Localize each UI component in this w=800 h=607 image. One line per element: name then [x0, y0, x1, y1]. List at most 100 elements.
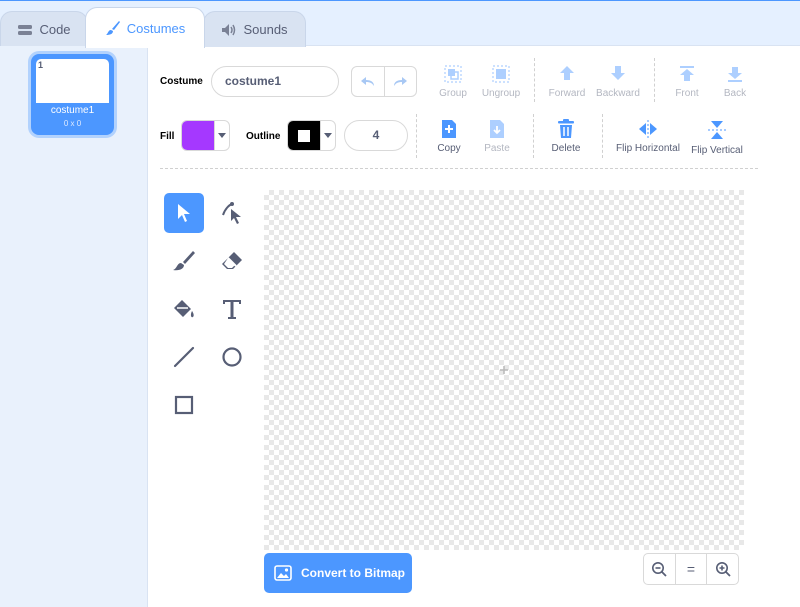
brush-icon	[105, 21, 120, 35]
reshape-tool[interactable]	[212, 193, 252, 233]
copy-button[interactable]: Copy	[434, 119, 464, 154]
outline-color-picker[interactable]	[287, 120, 336, 151]
flip-vertical-label: Flip Vertical	[691, 145, 743, 156]
paste-label: Paste	[484, 143, 510, 154]
backward-icon	[611, 66, 625, 80]
zoom-reset-label: =	[686, 561, 696, 577]
toolbar-separator	[416, 114, 417, 158]
fill-tool[interactable]	[164, 289, 204, 329]
costume-name-input[interactable]: costume1	[211, 66, 339, 97]
flip-horizontal-icon	[639, 120, 657, 138]
brush-tool[interactable]	[164, 241, 204, 281]
tab-costumes[interactable]: Costumes	[85, 7, 205, 48]
reshape-icon	[222, 202, 241, 224]
crosshair-icon	[500, 366, 508, 374]
paint-bucket-icon	[174, 300, 194, 318]
costume-tile-name: costume1	[50, 105, 95, 116]
eraser-tool[interactable]	[212, 241, 252, 281]
tab-sounds-label: Sounds	[243, 22, 288, 37]
group-label: Group	[439, 88, 467, 99]
tab-code[interactable]: Code	[0, 11, 88, 47]
ungroup-button[interactable]: Ungroup	[480, 64, 522, 99]
forward-button[interactable]: Forward	[546, 64, 588, 99]
fill-color-picker[interactable]	[181, 120, 230, 151]
flip-vertical-icon	[708, 121, 726, 139]
redo-button[interactable]	[385, 67, 417, 96]
flip-vertical-button[interactable]: Flip Vertical	[689, 119, 745, 156]
fill-swatch	[182, 121, 214, 150]
forward-icon	[560, 66, 574, 80]
back-button[interactable]: Back	[721, 64, 749, 99]
group-button[interactable]: Group	[437, 64, 469, 99]
copy-icon	[442, 120, 456, 138]
zoom-in-icon	[715, 562, 731, 577]
circle-icon	[222, 347, 242, 367]
rectangle-icon	[174, 395, 194, 415]
zoom-in-button[interactable]	[706, 554, 738, 584]
ungroup-label: Ungroup	[481, 88, 521, 99]
convert-to-bitmap-label: Convert to Bitmap	[301, 566, 406, 580]
paint-canvas[interactable]	[264, 190, 744, 550]
toolbar-separator	[533, 114, 534, 158]
costume-number: 1	[38, 60, 44, 70]
rectangle-tool[interactable]	[164, 385, 204, 425]
backward-button[interactable]: Backward	[596, 64, 640, 99]
undo-button[interactable]	[352, 67, 385, 96]
back-label: Back	[723, 88, 747, 99]
forward-label: Forward	[548, 88, 586, 99]
costume-thumbnail	[36, 59, 109, 103]
front-label: Front	[675, 88, 699, 99]
tab-costumes-label: Costumes	[126, 20, 186, 36]
trash-icon	[558, 119, 574, 138]
select-tool[interactable]	[164, 193, 204, 233]
delete-label: Delete	[551, 143, 581, 154]
chevron-down-icon	[323, 133, 332, 138]
eraser-icon	[222, 252, 242, 269]
zoom-controls: =	[643, 553, 739, 585]
fill-label: Fill	[160, 131, 175, 142]
costume-list: 1 costume1 0 x 0	[0, 46, 148, 607]
outline-label: Outline	[246, 131, 281, 142]
outline-swatch	[288, 121, 320, 150]
fill-dropdown[interactable]	[214, 121, 228, 150]
arrow-select-icon	[178, 204, 190, 222]
tab-sounds[interactable]: Sounds	[203, 11, 306, 47]
undo-icon	[360, 76, 374, 86]
zoom-out-button[interactable]	[644, 554, 675, 584]
redo-icon	[394, 76, 408, 86]
delete-button[interactable]: Delete	[548, 119, 584, 154]
chevron-down-icon	[217, 133, 226, 138]
toolbar-separator	[534, 58, 535, 102]
flip-horizontal-label: Flip Horizontal	[616, 143, 680, 154]
line-icon	[173, 346, 195, 368]
circle-tool[interactable]	[212, 337, 252, 377]
editor-tabs: Code Costumes Sounds	[0, 0, 800, 48]
undo-redo-group	[351, 66, 417, 97]
code-icon	[18, 24, 33, 35]
group-icon	[444, 65, 462, 83]
toolbar-separator	[654, 58, 655, 102]
costume-name-value: costume1	[225, 74, 282, 88]
zoom-reset-button[interactable]: =	[674, 554, 707, 584]
costume-tile-size: 0 x 0	[63, 119, 82, 128]
toolbar-divider	[160, 168, 758, 169]
front-icon	[680, 66, 694, 81]
toolbar-separator	[602, 114, 603, 158]
costume-tile[interactable]: 1 costume1 0 x 0	[31, 54, 114, 135]
ungroup-icon	[492, 65, 510, 83]
brush-icon	[173, 251, 195, 271]
outline-dropdown[interactable]	[320, 121, 334, 150]
convert-to-bitmap-button[interactable]: Convert to Bitmap	[264, 553, 412, 593]
flip-horizontal-button[interactable]: Flip Horizontal	[614, 119, 682, 154]
backward-label: Backward	[596, 88, 640, 99]
line-tool[interactable]	[164, 337, 204, 377]
zoom-out-icon	[652, 562, 667, 577]
copy-label: Copy	[437, 143, 461, 154]
front-button[interactable]: Front	[672, 64, 702, 99]
paste-button[interactable]: Paste	[482, 119, 512, 154]
tab-code-label: Code	[39, 22, 71, 37]
text-tool[interactable]	[212, 289, 252, 329]
back-icon	[728, 67, 742, 82]
outline-width-input[interactable]: 4	[344, 120, 408, 151]
image-icon	[274, 565, 292, 581]
